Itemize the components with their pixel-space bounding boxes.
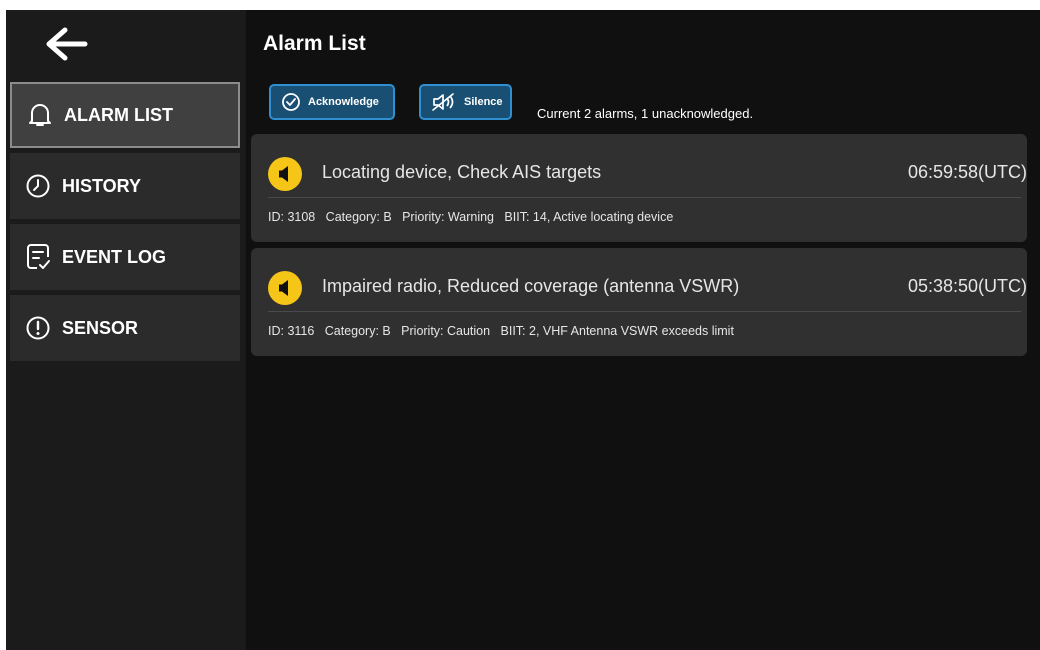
clock-icon <box>24 172 52 200</box>
alarm-card[interactable]: Impaired radio, Reduced coverage (antenn… <box>251 248 1027 356</box>
app-frame: ALARM LIST HISTORY EVENT LOG SENSOR Alar… <box>6 10 1040 650</box>
alarm-message: Impaired radio, Reduced coverage (antenn… <box>322 276 740 296</box>
alarm-time: 05:38:50(UTC) <box>907 276 1027 296</box>
alarm-card[interactable]: Locating device, Check AIS targets 06:59… <box>251 134 1027 242</box>
sidebar-item-sensor[interactable]: SENSOR <box>10 295 240 361</box>
sidebar-item-label: SENSOR <box>62 317 139 338</box>
main-panel: Alarm List Acknowledge Silence Current 2… <box>246 10 1040 650</box>
alarm-speaker-icon <box>268 271 302 305</box>
acknowledge-button[interactable]: Acknowledge <box>269 84 395 120</box>
back-button[interactable] <box>38 22 94 66</box>
speaker-muted-icon <box>431 92 457 112</box>
alarm-time: 06:59:58(UTC) <box>907 162 1027 182</box>
alarm-message: Locating device, Check AIS targets <box>322 162 602 182</box>
divider <box>268 311 1021 312</box>
alarm-status-text: Current 2 alarms, 1 unacknowledged. <box>537 106 754 121</box>
sidebar-item-label: EVENT LOG <box>62 246 167 267</box>
sidebar-item-history[interactable]: HISTORY <box>10 153 240 219</box>
bell-icon <box>26 101 54 129</box>
divider <box>268 197 1021 198</box>
sidebar: ALARM LIST HISTORY EVENT LOG SENSOR <box>6 10 246 650</box>
alarm-details: ID: 3116 Category: B Priority: Caution B… <box>268 324 734 338</box>
check-circle-icon <box>281 92 301 112</box>
arrow-left-icon <box>46 27 88 61</box>
silence-button[interactable]: Silence <box>419 84 512 120</box>
alarm-details: ID: 3108 Category: B Priority: Warning B… <box>268 210 674 224</box>
alarm-speaker-icon <box>268 157 302 191</box>
acknowledge-label: Acknowledge <box>308 96 379 108</box>
event-log-icon <box>24 243 52 271</box>
sidebar-item-label: ALARM LIST <box>64 104 173 125</box>
page-title: Alarm List <box>263 32 366 55</box>
sidebar-item-event-log[interactable]: EVENT LOG <box>10 224 240 290</box>
sidebar-item-alarm-list[interactable]: ALARM LIST <box>10 82 240 148</box>
silence-label: Silence <box>464 96 503 108</box>
alert-circle-icon <box>24 314 52 342</box>
sidebar-item-label: HISTORY <box>62 175 142 196</box>
